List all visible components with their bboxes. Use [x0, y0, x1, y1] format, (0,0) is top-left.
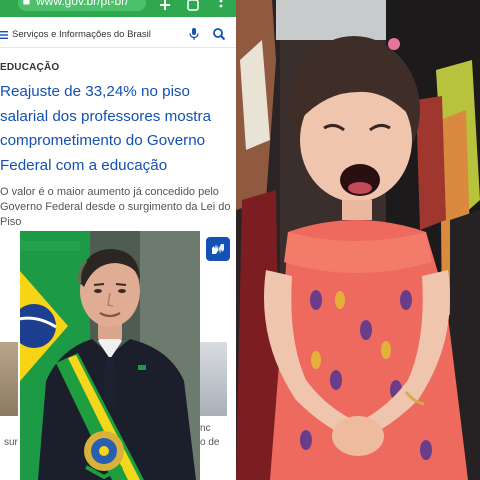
photo-illustration: [236, 0, 480, 480]
portrait-illustration: [20, 231, 200, 480]
site-header: Serviços e Informações do Brasil: [0, 22, 236, 48]
related-news-caption[interactable]: sur: [4, 437, 18, 448]
lock-icon: [23, 0, 30, 5]
article-headline[interactable]: Reajuste de 33,24% no piso salarial dos …: [0, 80, 232, 178]
presidential-portrait-photo: [20, 231, 200, 480]
search-icon[interactable]: [212, 27, 226, 41]
sign-language-hands-icon: [212, 244, 224, 254]
coat-of-arms-medal: [84, 431, 124, 480]
accessibility-vlibras-button[interactable]: [206, 237, 230, 261]
article-category: EDUCAÇÃO: [0, 62, 60, 73]
hamburger-menu-icon[interactable]: [0, 30, 8, 40]
browser-address-bar: www.gov.br/pt-br/: [0, 0, 236, 17]
url-text: www.gov.br/pt-br/: [36, 0, 129, 8]
url-field[interactable]: www.gov.br/pt-br/: [18, 0, 146, 11]
microphone-icon[interactable]: [188, 27, 200, 41]
more-menu-icon[interactable]: [214, 0, 228, 12]
article-subtitle: O valor é o maior aumento já concedido p…: [0, 186, 231, 228]
new-tab-icon[interactable]: [158, 0, 172, 12]
tabs-count-icon[interactable]: [186, 0, 200, 12]
related-news-thumbnail[interactable]: [199, 342, 227, 416]
crying-child-photo: [236, 0, 480, 480]
related-news-thumbnail[interactable]: [0, 342, 18, 416]
related-news-caption[interactable]: o de: [200, 437, 219, 448]
site-search-label[interactable]: Serviços e Informações do Brasil: [12, 29, 151, 40]
related-news-caption[interactable]: nc: [200, 423, 211, 434]
